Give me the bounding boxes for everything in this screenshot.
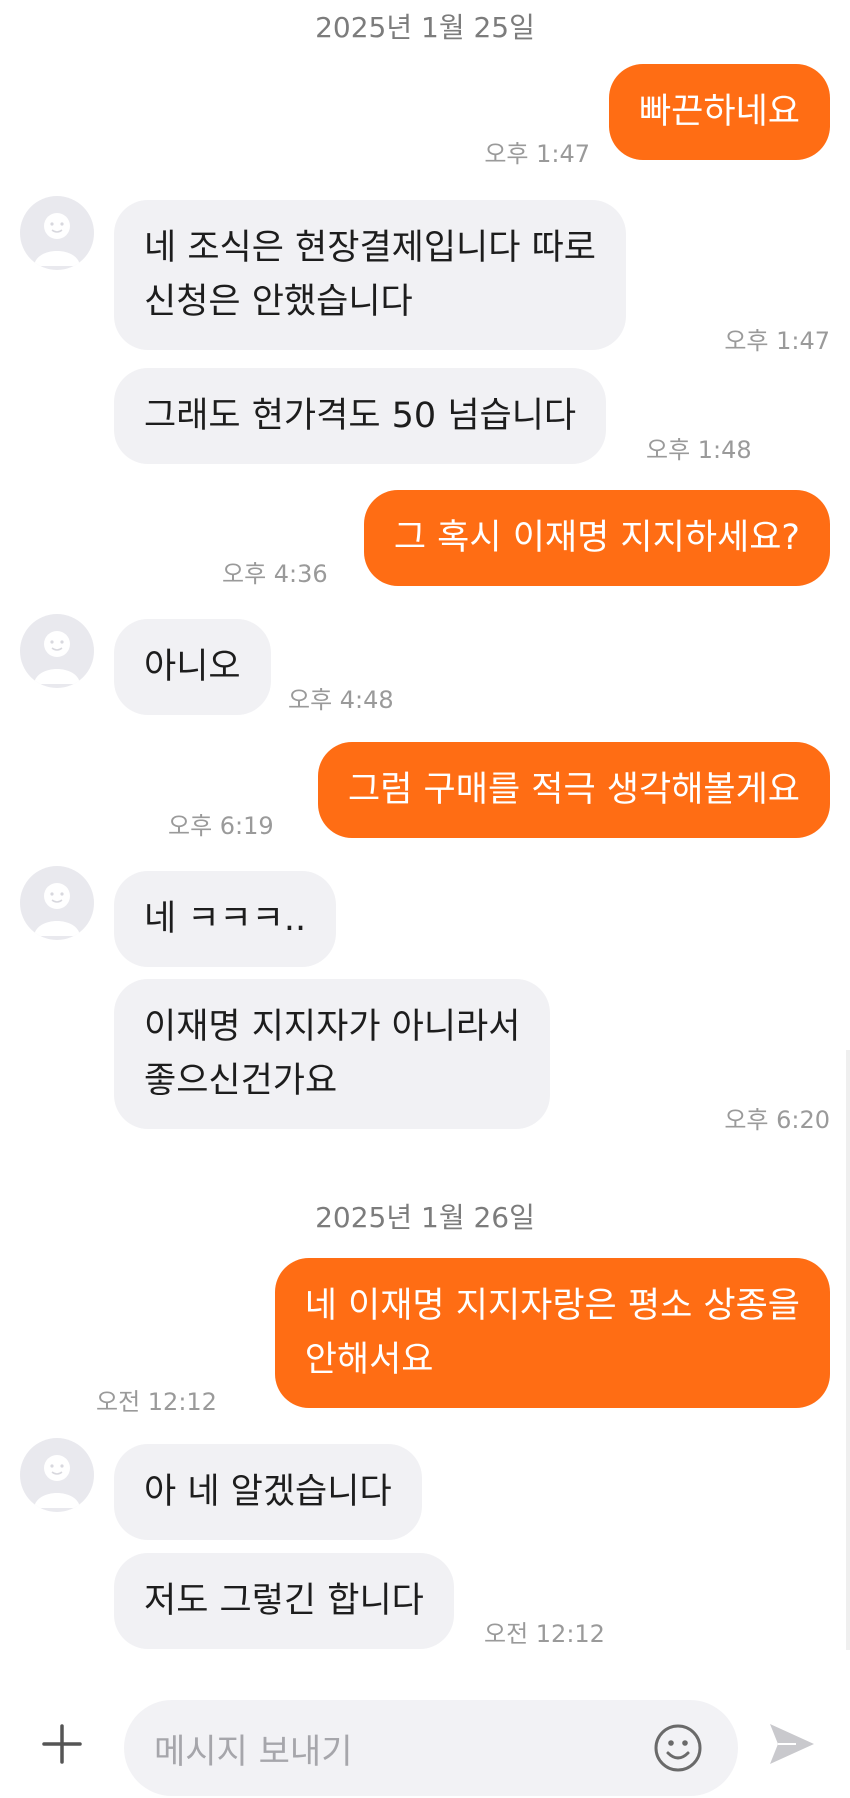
message-time: 오후 4:48 <box>288 686 394 714</box>
message-time: 오후 1:48 <box>646 436 752 464</box>
message-time: 오전 12:12 <box>484 1620 605 1648</box>
smiley-icon[interactable] <box>652 1722 704 1774</box>
incoming-message[interactable]: 그래도 현가격도 50 넘습니다 <box>114 368 607 464</box>
message-time: 오후 6:19 <box>168 812 274 840</box>
message-time: 오후 1:47 <box>724 327 830 355</box>
date-separator: 2025년 1월 26일 <box>315 1201 535 1234</box>
message-input[interactable]: 메시지 보내기 <box>124 1700 738 1796</box>
avatar[interactable] <box>20 196 94 270</box>
incoming-message[interactable]: 저도 그렇긴 합니다 <box>114 1553 454 1649</box>
message-time: 오후 4:36 <box>222 560 328 588</box>
incoming-message[interactable]: 네 ㅋㅋㅋ.. <box>114 871 337 967</box>
message-time: 오전 12:12 <box>96 1388 217 1416</box>
avatar[interactable] <box>20 1438 94 1512</box>
outgoing-message[interactable]: 빠끈하네요 <box>608 64 830 160</box>
incoming-message[interactable]: 아니오 <box>114 619 271 715</box>
message-time: 오후 1:47 <box>484 140 590 168</box>
send-icon[interactable] <box>766 1718 818 1770</box>
default-avatar-icon <box>34 883 80 936</box>
outgoing-message[interactable]: 네 이재명 지지자랑은 평소 상종을 안해서요 <box>274 1258 830 1408</box>
message-time: 오후 6:20 <box>724 1106 830 1134</box>
message-input-placeholder: 메시지 보내기 <box>154 1732 353 1772</box>
message-input-bar: 메시지 보내기 <box>0 1690 850 1798</box>
default-avatar-icon <box>34 213 80 266</box>
default-avatar-icon <box>34 1455 80 1508</box>
incoming-message[interactable]: 이재명 지지자가 아니라서 좋으신건가요 <box>114 979 551 1129</box>
avatar[interactable] <box>20 614 94 688</box>
scrollbar[interactable] <box>846 1050 850 1650</box>
outgoing-message[interactable]: 그 혹시 이재명 지지하세요? <box>363 490 830 586</box>
avatar[interactable] <box>20 866 94 940</box>
incoming-message[interactable]: 아 네 알겠습니다 <box>114 1444 422 1540</box>
plus-icon[interactable] <box>38 1720 86 1768</box>
default-avatar-icon <box>34 631 80 684</box>
outgoing-message[interactable]: 그럼 구매를 적극 생각해볼게요 <box>318 742 830 838</box>
date-separator: 2025년 1월 25일 <box>315 11 535 44</box>
incoming-message[interactable]: 네 조식은 현장결제입니다 따로 신청은 안했습니다 <box>114 200 626 350</box>
